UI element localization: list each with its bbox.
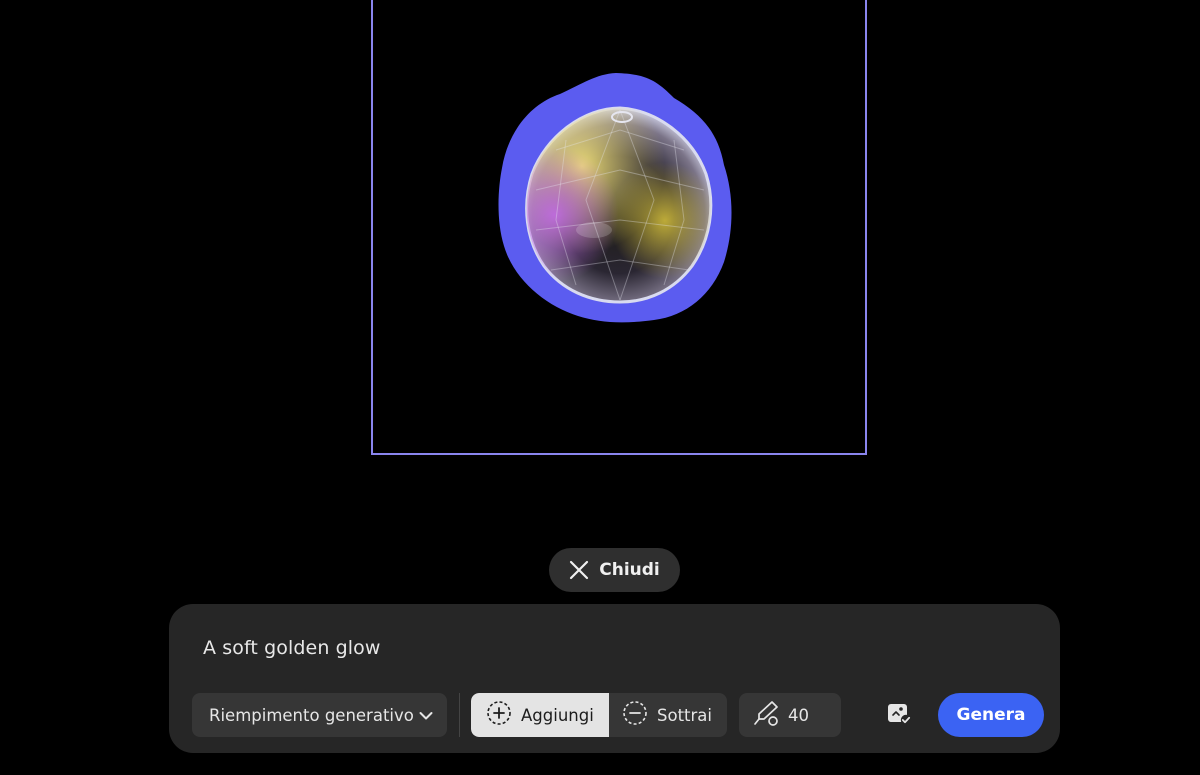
generative-fill-panel: A soft golden glow Riempimento generativ…	[169, 604, 1060, 753]
generate-button[interactable]: Genera	[938, 693, 1044, 737]
add-selection-button[interactable]: Aggiungi	[471, 693, 609, 737]
chevron-down-icon	[419, 706, 433, 725]
close-icon	[569, 560, 589, 580]
close-button-label: Chiudi	[599, 560, 660, 580]
crystal-ball-image[interactable]	[496, 70, 736, 326]
mode-dropdown-label: Riempimento generativo	[209, 705, 414, 725]
selection-mode-segmented-control: Aggiungi Sottrai	[471, 693, 727, 737]
subtract-selection-label: Sottrai	[657, 705, 712, 725]
prompt-input[interactable]: A soft golden glow	[203, 637, 381, 659]
brush-size-control[interactable]: 40	[739, 693, 841, 737]
brush-size-value: 40	[788, 705, 809, 725]
image-check-button[interactable]	[885, 702, 913, 730]
mode-dropdown[interactable]: Riempimento generativo	[192, 693, 447, 737]
image-check-icon	[886, 701, 912, 731]
add-selection-label: Aggiungi	[521, 705, 594, 725]
editor-stage: Chiudi A soft golden glow Riempimento ge…	[0, 0, 1200, 775]
subtract-selection-icon	[622, 700, 648, 730]
add-selection-icon	[486, 700, 512, 730]
toolbar-divider	[459, 693, 460, 737]
crystal-ball	[525, 106, 713, 304]
close-button[interactable]: Chiudi	[549, 548, 680, 592]
brush-size-icon	[752, 699, 780, 731]
subtract-selection-button[interactable]: Sottrai	[609, 693, 727, 737]
